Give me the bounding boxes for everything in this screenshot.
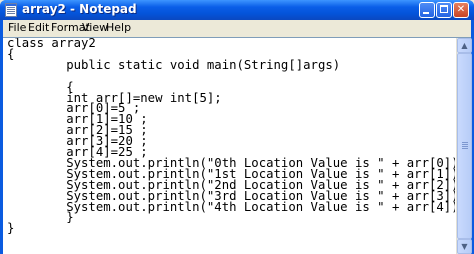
- menu-bar: File Edit Format View Help: [3, 20, 471, 36]
- code-text[interactable]: class array2 { public static void main(S…: [7, 38, 455, 254]
- arrow-up-icon: ▲: [461, 41, 468, 50]
- text-editor-area[interactable]: class array2 { public static void main(S…: [3, 37, 472, 254]
- code-line: class array2: [7, 38, 96, 50]
- window-title: array2 - Notepad: [22, 2, 137, 16]
- menu-edit[interactable]: Edit: [26, 21, 51, 35]
- notepad-icon[interactable]: [5, 3, 17, 17]
- minimize-icon: [423, 12, 429, 14]
- menu-help[interactable]: Help: [104, 21, 133, 35]
- code-line: System.out.println("4th Location Value i…: [7, 199, 455, 214]
- title-bar[interactable]: array2 - Notepad ✕: [0, 0, 474, 20]
- window-body: File Edit Format View Help class array2 …: [3, 20, 472, 254]
- grip-icon: [462, 142, 468, 143]
- maximize-button[interactable]: [436, 2, 452, 18]
- close-icon: ✕: [456, 4, 466, 15]
- maximize-icon: [440, 5, 448, 13]
- notepad-window: array2 - Notepad ✕ File Edit Format View…: [0, 0, 474, 254]
- minimize-button[interactable]: [419, 2, 435, 18]
- code-line: public static void main(String[]args): [7, 57, 341, 72]
- close-button[interactable]: ✕: [453, 2, 469, 18]
- code-line: }: [7, 210, 74, 225]
- scroll-down-button[interactable]: ▼: [457, 239, 472, 254]
- arrow-down-icon: ▼: [461, 242, 468, 251]
- scroll-thumb[interactable]: [457, 53, 472, 239]
- code-line: }: [7, 221, 15, 236]
- vertical-scrollbar[interactable]: ▲ ▼: [456, 38, 472, 254]
- scroll-up-button[interactable]: ▲: [457, 38, 472, 53]
